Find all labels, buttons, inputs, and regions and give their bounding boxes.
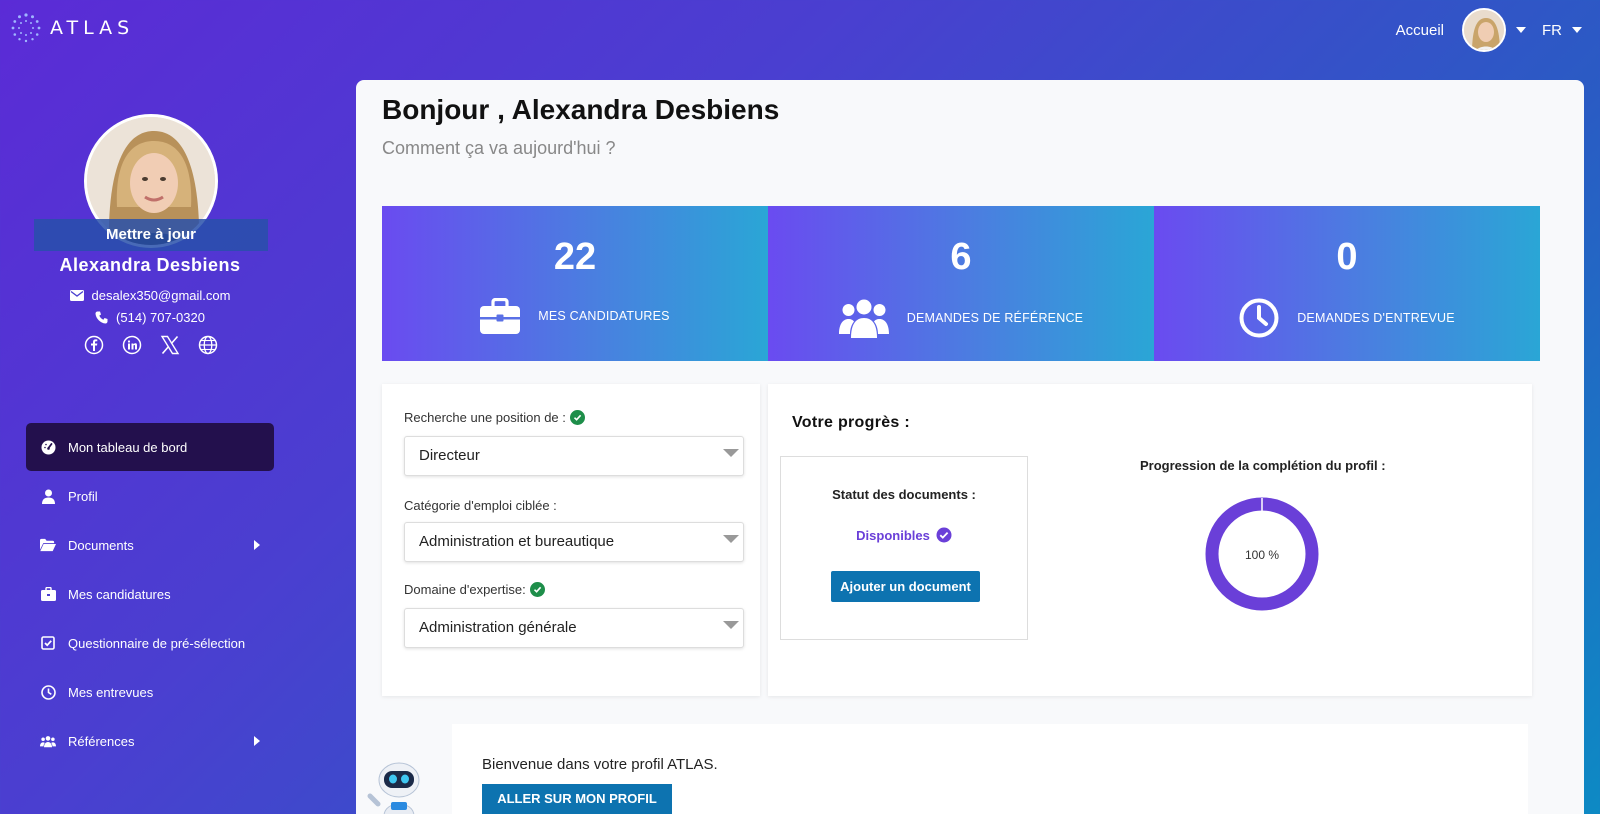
avatar-image [1464, 10, 1504, 50]
facebook-icon[interactable] [84, 335, 104, 355]
contact-email: desalex350@gmail.com [0, 288, 300, 303]
update-photo-button[interactable]: Mettre à jour [34, 219, 268, 251]
stat-label: DEMANDES D'ENTREVUE [1297, 311, 1455, 325]
language-selector[interactable]: FR [1542, 22, 1562, 39]
welcome-card: Bienvenue dans votre profil ATLAS. ALLER… [452, 724, 1528, 814]
stat-card-interviews[interactable]: 0 DEMANDES D'ENTREVUE [1154, 206, 1540, 361]
dashboard-icon [40, 439, 56, 455]
sidebar-item-documents[interactable]: Documents [26, 521, 274, 569]
social-links [84, 335, 218, 355]
globe-icon[interactable] [198, 335, 218, 355]
page-title: Bonjour , Alexandra Desbiens [382, 94, 780, 125]
users-icon [838, 299, 889, 338]
sidebar: Mettre à jour Alexandra Desbiens desalex… [0, 60, 300, 814]
sidebar-menu: Mon tableau de bord Profil Documents Mes… [26, 423, 274, 766]
chevron-down-icon [723, 535, 739, 543]
chevron-right-icon [254, 736, 260, 746]
user-name: Alexandra Desbiens [59, 255, 241, 275]
category-label: Catégorie d'emploi ciblée : [404, 498, 557, 513]
chevron-down-icon [723, 449, 739, 457]
sidebar-item-questionnaire[interactable]: Questionnaire de pré-sélection [26, 619, 274, 667]
welcome-text: Bienvenue dans votre profil ATLAS. [482, 756, 718, 773]
domain-select[interactable]: Administration générale [404, 608, 744, 648]
completion-donut-chart: 100 % [1205, 497, 1319, 611]
category-select[interactable]: Administration et bureautique [404, 522, 744, 562]
sidebar-item-applications[interactable]: Mes candidatures [26, 570, 274, 618]
position-select[interactable]: Directeur [404, 436, 744, 476]
stat-value: 0 [1336, 236, 1358, 278]
page-subtitle: Comment ça va aujourd'hui ? [382, 138, 616, 158]
language-dropdown-icon[interactable] [1572, 27, 1582, 33]
user-avatar[interactable] [1462, 8, 1506, 52]
avatar-dropdown-icon[interactable] [1516, 27, 1526, 33]
sidebar-item-label: Mes entrevues [68, 684, 154, 700]
robot-mascot-icon [364, 756, 430, 814]
document-status: Disponibles [781, 527, 1027, 543]
sidebar-item-interviews[interactable]: Mes entrevues [26, 668, 274, 716]
sidebar-item-references[interactable]: Références [26, 717, 274, 765]
briefcase-icon [40, 586, 56, 602]
check-circle-icon [569, 410, 585, 425]
stat-value: 6 [950, 236, 972, 278]
folder-icon [40, 537, 56, 553]
check-circle-icon [936, 527, 952, 543]
stat-card-references[interactable]: 6 DEMANDES DE RÉFÉRENCE [768, 206, 1154, 361]
email-text[interactable]: desalex350@gmail.com [92, 288, 231, 303]
stat-card-applications[interactable]: 22 MES CANDIDATURES [382, 206, 768, 361]
chevron-down-icon [723, 621, 739, 629]
progress-panel: Votre progrès : Statut des documents : D… [768, 384, 1532, 696]
checkbox-icon [40, 635, 56, 651]
main-content: Bonjour , Alexandra Desbiens Comment ça … [356, 80, 1584, 814]
completion-percent-text: 100 % [1245, 548, 1279, 562]
stat-value: 22 [553, 236, 597, 278]
logo-icon [11, 13, 41, 43]
chevron-right-icon [254, 540, 260, 550]
position-label: Recherche une position de : [404, 410, 585, 425]
stat-label: MES CANDIDATURES [538, 309, 670, 323]
linkedin-icon[interactable] [122, 335, 142, 355]
job-preferences-panel: Recherche une position de : Directeur Ca… [382, 384, 760, 696]
briefcase-icon [480, 298, 521, 334]
sidebar-item-profile[interactable]: Profil [26, 472, 274, 520]
phone-icon [95, 311, 108, 324]
atlas-logo[interactable]: ATLAS [10, 12, 134, 44]
document-status-box: Statut des documents : Disponibles Ajout… [780, 456, 1028, 640]
sidebar-item-label: Mes candidatures [68, 586, 171, 602]
envelope-icon [69, 290, 84, 301]
sidebar-item-label: Documents [68, 537, 134, 553]
sidebar-item-dashboard[interactable]: Mon tableau de bord [26, 423, 274, 471]
phone-text[interactable]: (514) 707-0320 [116, 310, 205, 325]
sidebar-item-label: Questionnaire de pré-sélection [68, 635, 246, 651]
user-icon [40, 488, 56, 504]
sidebar-item-label: Références [68, 733, 135, 749]
completion-title: Progression de la complétion du profil : [1140, 458, 1386, 473]
sidebar-item-label: Mon tableau de bord [68, 439, 188, 455]
home-link[interactable]: Accueil [1396, 22, 1444, 39]
logo-text: ATLAS [50, 17, 135, 39]
progress-title: Votre progrès : [792, 414, 910, 431]
stat-label: DEMANDES DE RÉFÉRENCE [906, 311, 1084, 325]
go-to-profile-button[interactable]: ALLER SUR MON PROFIL [482, 784, 672, 814]
domain-label: Domaine d'expertise: [404, 582, 545, 597]
sidebar-item-label: Profil [68, 488, 98, 504]
add-document-button[interactable]: Ajouter un document [831, 571, 980, 602]
x-icon[interactable] [160, 335, 180, 355]
contact-phone: (514) 707-0320 [0, 310, 300, 325]
check-circle-icon [529, 582, 545, 597]
top-nav: Accueil FR [1396, 8, 1590, 52]
clock-icon [40, 684, 56, 700]
document-status-title: Statut des documents : [832, 487, 976, 502]
clock-icon [1239, 298, 1279, 338]
users-icon [40, 733, 56, 749]
